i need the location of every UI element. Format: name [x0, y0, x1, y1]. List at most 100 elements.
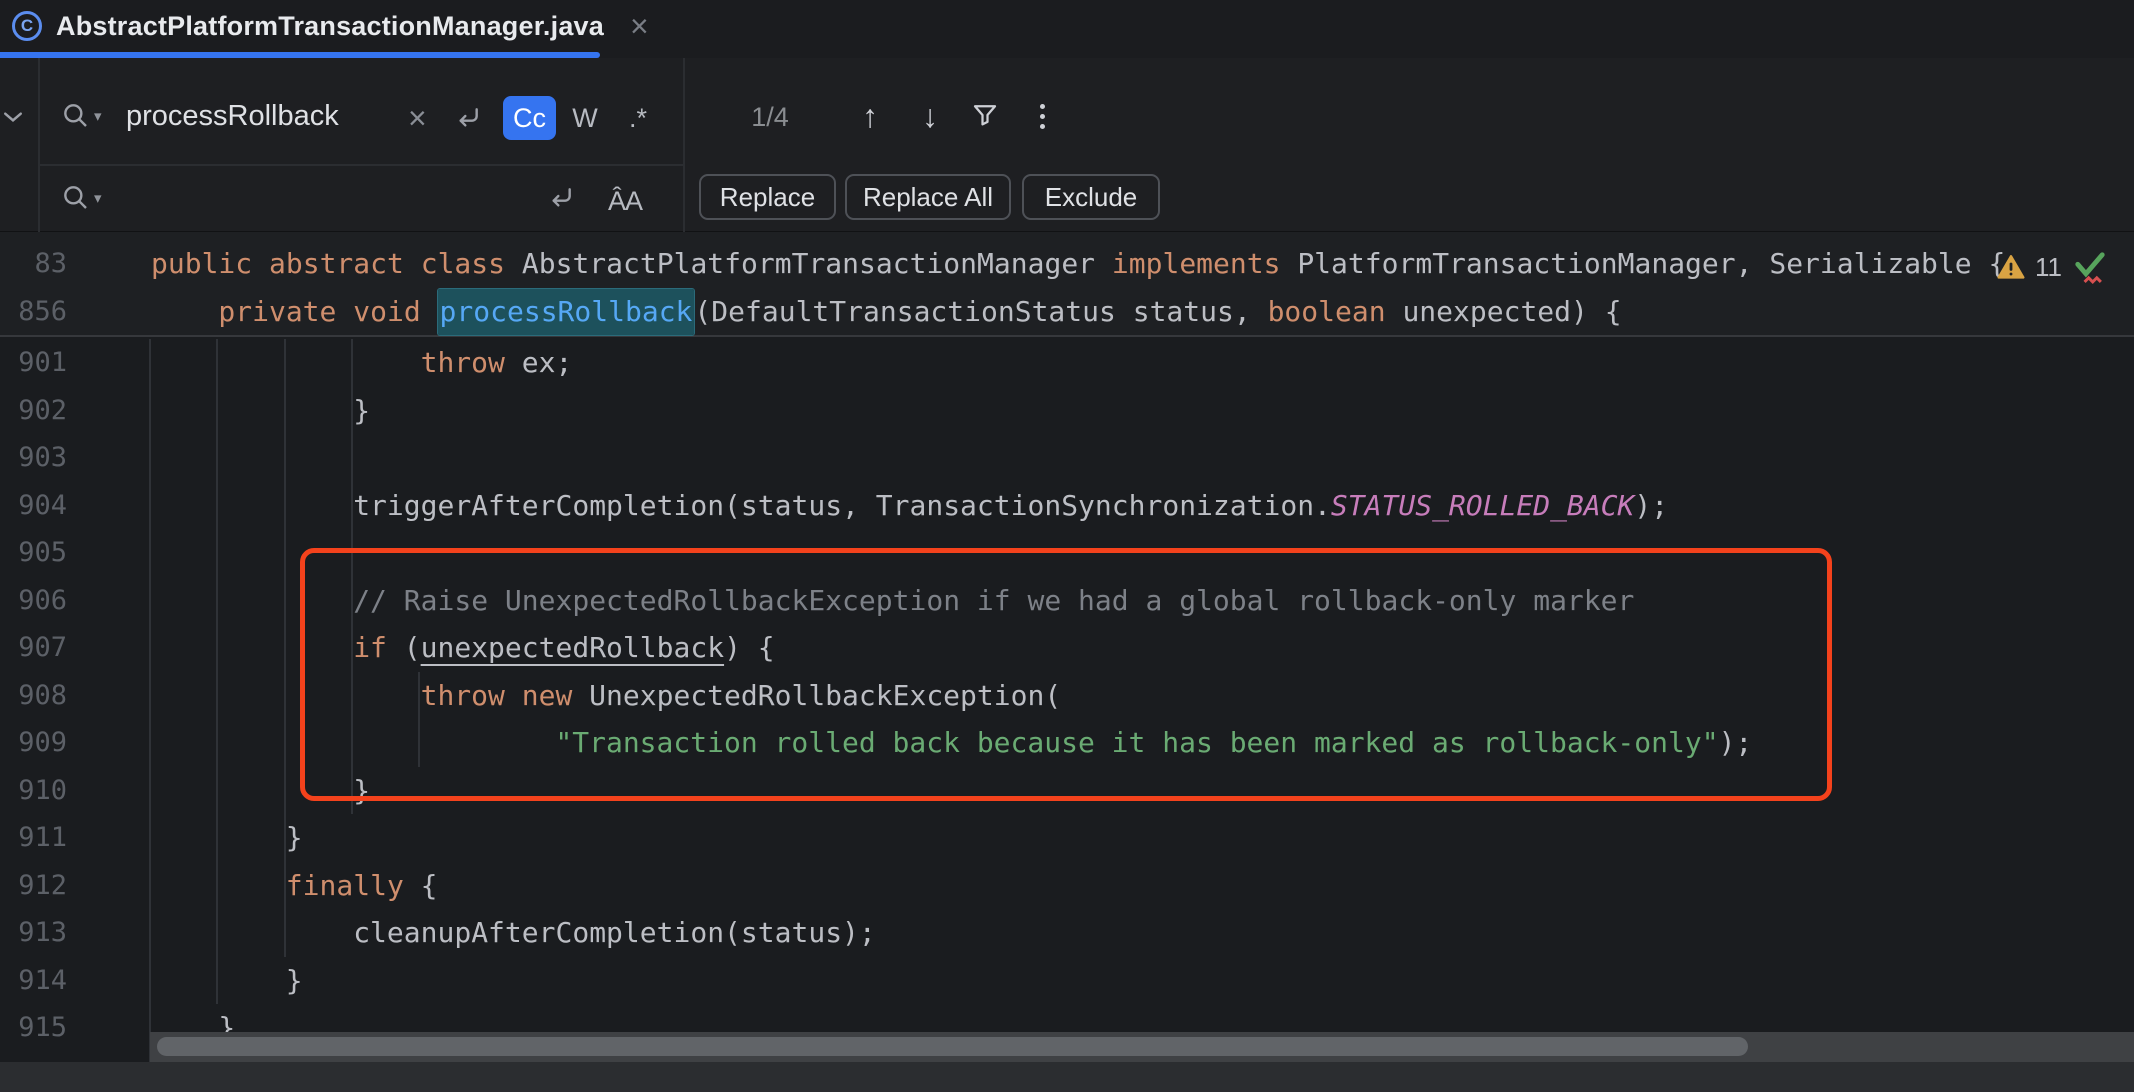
sticky-lines-header: 11 83public abstract class AbstractPlatf… — [0, 232, 2134, 337]
code-line-901[interactable]: 901 throw ex; — [0, 339, 2134, 387]
filter-search-results-icon[interactable] — [970, 100, 1000, 130]
code-token: triggerAfterCompletion(status, Transacti… — [353, 489, 1331, 522]
horizontal-scrollbar-thumb[interactable] — [157, 1037, 1748, 1056]
tab-close-icon[interactable]: × — [630, 10, 649, 42]
line-number[interactable]: 905 — [0, 537, 67, 568]
code-line-913[interactable]: 913 cleanupAfterCompletion(status); — [0, 909, 2134, 957]
code-line-914[interactable]: 914} — [0, 957, 2134, 1005]
code-line-83[interactable]: 83public abstract class AbstractPlatform… — [0, 240, 2134, 288]
code-line-905[interactable]: 905 — [0, 529, 2134, 577]
search-history-button[interactable]: ▾ — [60, 100, 102, 132]
code-token: finally — [286, 869, 421, 902]
code-token: PlatformTransactionManager, Serializable… — [1297, 247, 2005, 280]
dropdown-caret-icon: ▾ — [94, 189, 102, 207]
replace-all-button[interactable]: Replace All — [845, 174, 1011, 220]
code-area[interactable]: 901 throw ex; 902} 903 904 triggerAfterComple… — [0, 339, 2134, 1062]
divider — [683, 58, 685, 232]
warning-count: 11 — [2035, 252, 2062, 283]
collapse-panel-chevron-icon[interactable] — [3, 110, 23, 128]
code-token: { — [421, 869, 438, 902]
indent-guide — [149, 339, 151, 1062]
ide-window: C AbstractPlatformTransactionManager.jav… — [0, 0, 2134, 1092]
file-tab[interactable]: C AbstractPlatformTransactionManager.jav… — [0, 0, 649, 52]
line-number[interactable]: 915 — [0, 1012, 67, 1043]
horizontal-scrollbar-track[interactable] — [150, 1032, 2134, 1062]
code-token: // Raise UnexpectedRollbackException if … — [353, 584, 1634, 617]
line-number[interactable]: 909 — [0, 727, 67, 758]
dropdown-caret-icon: ▾ — [94, 107, 102, 125]
divider — [38, 164, 683, 166]
words-toggle[interactable]: W — [562, 96, 608, 140]
preserve-case-toggle[interactable]: ÂA — [608, 186, 642, 217]
code-line-910[interactable]: 910} — [0, 767, 2134, 815]
indent-guide — [351, 339, 353, 814]
code-text: cleanupAfterCompletion(status); — [151, 916, 876, 949]
code-token: throw — [421, 346, 522, 379]
code-token: ); — [1719, 726, 1753, 759]
match-case-toggle[interactable]: Cc — [503, 96, 556, 140]
line-number[interactable]: 907 — [0, 632, 67, 663]
line-number[interactable]: 902 — [0, 395, 67, 426]
code-text: // Raise UnexpectedRollbackException if … — [151, 584, 1634, 617]
code-token: STATUS_ROLLED_BACK — [1331, 489, 1634, 522]
code-token: UnexpectedRollbackException( — [589, 679, 1061, 712]
code-text: finally { — [151, 869, 438, 902]
code-line-856[interactable]: 856private void processRollback(DefaultT… — [0, 288, 2134, 336]
code-line-903[interactable]: 903 — [0, 434, 2134, 482]
clear-search-icon[interactable]: × — [408, 102, 427, 134]
code-line-912[interactable]: 912 finally { — [0, 862, 2134, 910]
search-result-count: 1/4 — [690, 102, 850, 133]
code-text: throw ex; — [151, 346, 572, 379]
regex-toggle[interactable]: .* — [614, 96, 662, 140]
warning-icon — [1997, 254, 2025, 280]
line-number[interactable]: 910 — [0, 775, 67, 806]
code-token: cleanupAfterCompletion(status); — [353, 916, 876, 949]
code-text: if (unexpectedRollback) { — [151, 631, 775, 664]
code-editor[interactable]: 901 throw ex; 902} 903 904 triggerAfterComple… — [0, 232, 2134, 1062]
code-line-907[interactable]: 907 if (unexpectedRollback) { — [0, 624, 2134, 672]
line-number[interactable]: 83 — [0, 248, 67, 279]
replace-history-button[interactable]: ▾ — [60, 182, 102, 214]
exclude-button[interactable]: Exclude — [1022, 174, 1160, 220]
code-token: ( — [404, 631, 421, 664]
line-number[interactable]: 906 — [0, 585, 67, 616]
code-token: ) { — [724, 631, 775, 664]
code-line-908[interactable]: 908 throw new UnexpectedRollbackException… — [0, 672, 2134, 720]
previous-occurrence-button[interactable]: ↑ — [862, 98, 878, 135]
code-line-902[interactable]: 902} — [0, 387, 2134, 435]
line-number[interactable]: 903 — [0, 442, 67, 473]
code-text: } — [151, 774, 370, 807]
inspections-widget[interactable]: 11 — [1997, 248, 2108, 286]
line-number[interactable]: 856 — [0, 296, 67, 327]
search-input[interactable] — [126, 100, 401, 133]
line-number[interactable]: 908 — [0, 680, 67, 711]
code-text: } — [151, 964, 303, 997]
line-number[interactable]: 913 — [0, 917, 67, 948]
more-options-icon[interactable] — [1022, 96, 1062, 136]
replace-input[interactable] — [126, 182, 506, 215]
code-line-904[interactable]: 904 triggerAfterCompletion(status, Transa… — [0, 482, 2134, 530]
code-line-911[interactable]: 911} — [0, 814, 2134, 862]
replace-button[interactable]: Replace — [699, 174, 836, 220]
code-line-906[interactable]: 906 // Raise UnexpectedRollbackException … — [0, 577, 2134, 625]
indent-guide — [284, 339, 286, 957]
line-number[interactable]: 912 — [0, 870, 67, 901]
line-number[interactable]: 904 — [0, 490, 67, 521]
tab-title: AbstractPlatformTransactionManager.java — [56, 11, 604, 42]
code-text: triggerAfterCompletion(status, Transacti… — [151, 489, 1668, 522]
next-occurrence-button[interactable]: ↓ — [922, 98, 938, 135]
code-text: "Transaction rolled back because it has … — [151, 726, 1752, 759]
indent-guide — [216, 339, 218, 1004]
code-token: ); — [1634, 489, 1668, 522]
search-match-highlight: processRollback — [438, 289, 695, 335]
insert-newline-icon[interactable] — [452, 102, 484, 134]
code-text: throw new UnexpectedRollbackException( — [151, 679, 1061, 712]
line-number[interactable]: 911 — [0, 822, 67, 853]
code-line-909[interactable]: 909 "Transaction rolled back because it h… — [0, 719, 2134, 767]
analysis-ok-icon — [2072, 248, 2108, 286]
line-number[interactable]: 901 — [0, 347, 67, 378]
line-number[interactable]: 914 — [0, 965, 67, 996]
code-token: "Transaction rolled back because it has … — [555, 726, 1718, 759]
code-token: implements — [1112, 247, 1297, 280]
insert-newline-icon[interactable] — [545, 182, 577, 214]
